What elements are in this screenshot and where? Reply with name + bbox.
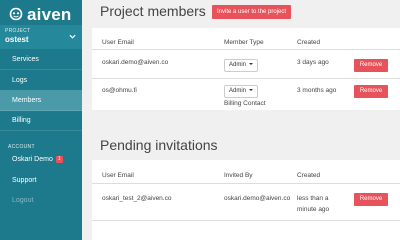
project-caption: PROJECT xyxy=(5,28,31,34)
member-email: oskari.demo@aiven.co xyxy=(102,59,169,66)
col-header-member-type: Member Type xyxy=(224,39,264,46)
invitation-created-line1: less than a xyxy=(297,195,329,202)
members-title: Project members xyxy=(100,3,206,19)
member-created: 3 days ago xyxy=(297,59,329,66)
chevron-down-icon xyxy=(69,34,76,39)
invitation-created-line2: minute ago xyxy=(297,206,330,213)
sidebar: aiven PROJECT ostest Services Logs Membe… xyxy=(0,0,82,240)
col-header-created: Created xyxy=(297,39,321,46)
account-user-label: Oskari Demo xyxy=(12,156,53,163)
sidebar-item-billing[interactable]: Billing xyxy=(0,110,82,131)
col-header-email: User Email xyxy=(102,172,134,179)
col-header-email: User Email xyxy=(102,39,134,46)
member-type-value: Admin xyxy=(229,62,247,68)
divider xyxy=(92,220,400,221)
invitation-email: oskari_test_2@aiven.co xyxy=(102,195,172,202)
sidebar-item-label: Services xyxy=(12,56,39,63)
project-name: ostest xyxy=(5,35,29,44)
brand-logo[interactable]: aiven xyxy=(9,3,71,25)
sidebar-item-logout[interactable]: Logout xyxy=(0,192,82,210)
member-created: 3 months ago xyxy=(297,87,337,94)
remove-button[interactable]: Remove xyxy=(354,85,388,98)
aiven-logo-icon xyxy=(9,7,23,21)
divider xyxy=(92,78,400,79)
sidebar-item-logs[interactable]: Logs xyxy=(0,70,82,91)
divider xyxy=(92,183,400,184)
brand-name: aiven xyxy=(27,4,72,24)
invitations-panel: User Email Invited By Created oskari_tes… xyxy=(92,160,400,240)
invite-user-button[interactable]: Invite a user to the project xyxy=(212,5,292,19)
caret-down-icon xyxy=(249,63,254,65)
sidebar-item-members[interactable]: Members xyxy=(0,90,82,111)
logout-label: Logout xyxy=(12,197,34,204)
support-label: Support xyxy=(12,177,37,184)
members-header: Project members Invite a user to the pro… xyxy=(92,0,400,28)
account-caption: ACCOUNT xyxy=(8,144,35,150)
divider xyxy=(92,49,400,50)
caret-down-icon xyxy=(249,89,254,91)
main-content: Project members Invite a user to the pro… xyxy=(82,0,400,240)
member-type-select[interactable]: Admin xyxy=(224,85,259,98)
sidebar-item-services[interactable]: Services xyxy=(0,49,82,70)
member-email: os@ohmu.fi xyxy=(102,87,137,94)
sidebar-item-account-user[interactable]: Oskari Demo 1 xyxy=(0,151,82,169)
invitations-title: Pending invitations xyxy=(100,137,218,153)
remove-button[interactable]: Remove xyxy=(354,193,388,206)
member-type-select[interactable]: Admin xyxy=(224,59,259,72)
sidebar-item-label: Logs xyxy=(12,77,28,84)
col-header-invited-by: Invited By xyxy=(224,172,253,179)
invited-by: oskari.demo@aiven.co xyxy=(224,195,291,202)
col-header-created: Created xyxy=(297,172,321,179)
invitations-header: Pending invitations xyxy=(92,134,400,160)
sidebar-item-label: Billing xyxy=(12,117,31,124)
sidebar-item-label: Members xyxy=(12,97,42,104)
notification-badge: 1 xyxy=(55,156,63,163)
sidebar-item-support[interactable]: Support xyxy=(0,172,82,190)
members-panel: User Email Member Type Created oskari.de… xyxy=(92,28,400,110)
remove-button[interactable]: Remove xyxy=(354,59,388,72)
project-selector[interactable]: PROJECT ostest xyxy=(0,25,82,49)
member-type-value: Admin xyxy=(229,88,247,94)
member-type-note: Billing Contact xyxy=(224,100,266,107)
